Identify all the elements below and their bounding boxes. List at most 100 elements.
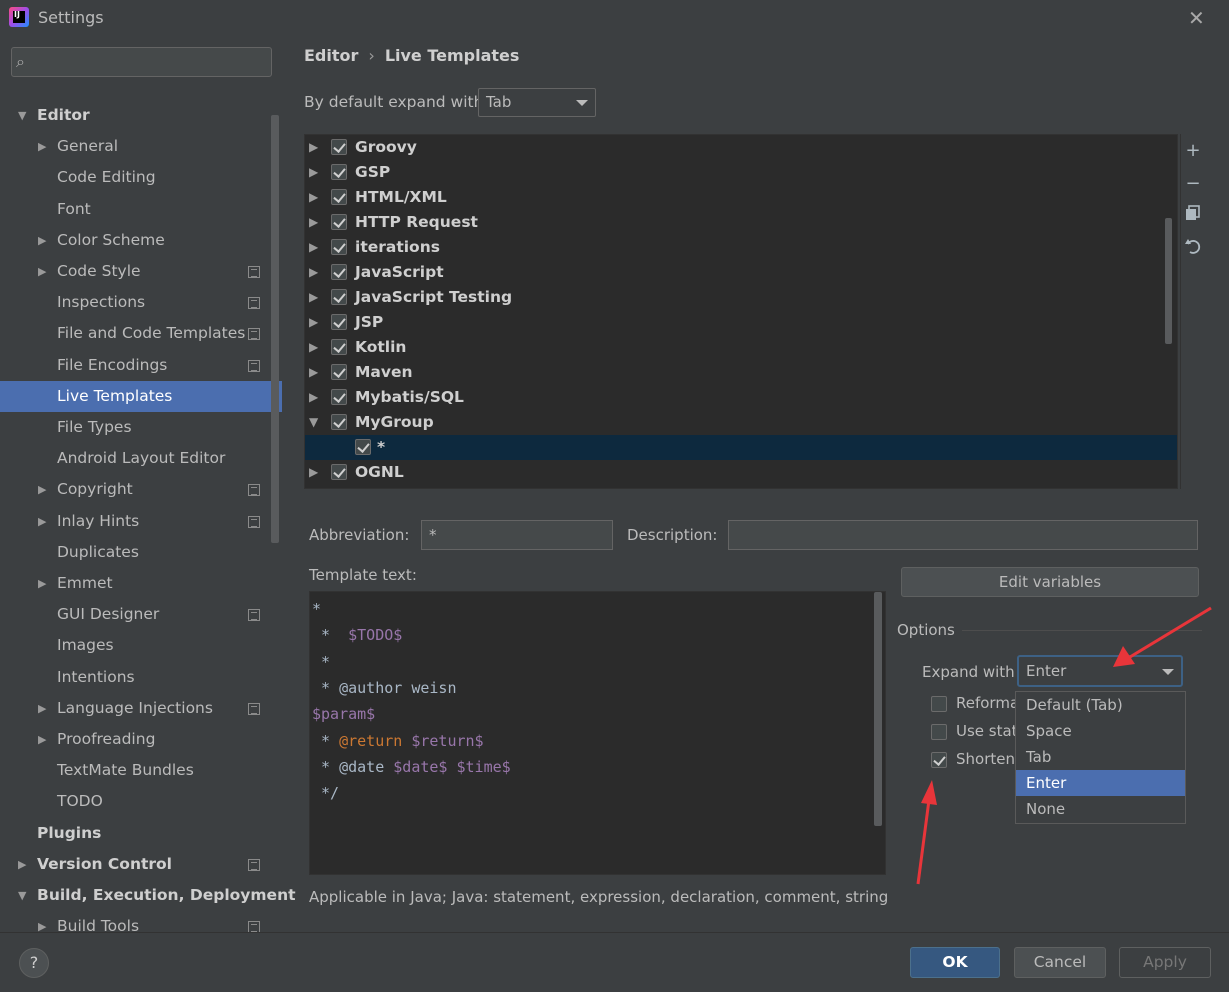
cancel-button[interactable]: Cancel [1014,947,1106,978]
group-checkbox[interactable] [331,214,347,230]
template-checkbox[interactable] [355,439,371,455]
collapsed-arrow-icon[interactable]: ▶ [38,693,46,724]
sidebar-item-color-scheme[interactable]: ▶ Color Scheme [0,225,270,256]
abbreviation-input[interactable]: * [421,520,613,550]
search-input[interactable] [11,47,272,77]
sidebar-item-code-editing[interactable]: Code Editing [0,162,270,193]
dropdown-option-space[interactable]: Space [1016,718,1185,744]
sidebar-item-font[interactable]: Font [0,194,270,225]
sidebar-item-inlay-hints[interactable]: ▶ Inlay Hints [0,506,270,537]
expanded-arrow-icon[interactable]: ▼ [18,880,26,911]
default-expand-select[interactable]: Tab [478,88,596,117]
dropdown-option-enter[interactable]: Enter [1016,770,1185,796]
sidebar-item-file-encodings[interactable]: File Encodings [0,350,270,381]
template-group-jsp[interactable]: ▶ JSP [305,310,1177,335]
template-group-groovy[interactable]: ▶ Groovy [305,135,1177,160]
sidebar-item-gui-designer[interactable]: GUI Designer [0,599,270,630]
option-checkbox-reforma[interactable] [931,696,947,712]
sidebar-item-textmate-bundles[interactable]: TextMate Bundles [0,755,270,786]
group-checkbox[interactable] [331,239,347,255]
collapsed-arrow-icon[interactable]: ▶ [38,568,46,599]
group-checkbox[interactable] [331,314,347,330]
copy-icon[interactable] [1183,205,1203,226]
collapsed-arrow-icon[interactable]: ▶ [309,135,318,160]
group-checkbox[interactable] [331,414,347,430]
template-group-html-xml[interactable]: ▶ HTML/XML [305,185,1177,210]
template-group-kotlin[interactable]: ▶ Kotlin [305,335,1177,360]
template-group-iterations[interactable]: ▶ iterations [305,235,1177,260]
option-checkbox-use-stat[interactable] [931,724,947,740]
template-group-mybatis-sql[interactable]: ▶ Mybatis/SQL [305,385,1177,410]
sidebar-item-plugins[interactable]: Plugins [0,818,270,849]
template-text-editor[interactable]: * * $TODO$ * * @author weisn $param$ * @r… [309,591,886,875]
collapsed-arrow-icon[interactable]: ▶ [309,310,318,335]
expanded-arrow-icon[interactable]: ▼ [309,410,318,435]
sidebar-item-general[interactable]: ▶ General [0,131,270,162]
collapsed-arrow-icon[interactable]: ▶ [309,260,318,285]
group-checkbox[interactable] [331,139,347,155]
template-group-maven[interactable]: ▶ Maven [305,360,1177,385]
sidebar-scrollbar[interactable] [271,115,279,543]
editor-scrollbar[interactable] [874,592,882,826]
expand-with-select[interactable]: Enter [1017,655,1183,687]
ok-button[interactable]: OK [910,947,1000,978]
template-group-http-request[interactable]: ▶ HTTP Request [305,210,1177,235]
collapsed-arrow-icon[interactable]: ▶ [309,160,318,185]
template-group-mygroup[interactable]: ▼ MyGroup [305,410,1177,435]
sidebar-item-build-execution-deployment[interactable]: ▼ Build, Execution, Deployment [0,880,296,911]
collapsed-arrow-icon[interactable]: ▶ [309,460,318,485]
collapsed-arrow-icon[interactable]: ▶ [309,235,318,260]
collapsed-arrow-icon[interactable]: ▶ [309,285,318,310]
sidebar-item-todo[interactable]: TODO [0,786,270,817]
sidebar-item-code-style[interactable]: ▶ Code Style [0,256,270,287]
template-group-ognl[interactable]: ▶ OGNL [305,460,1177,485]
sidebar-item-android-layout-editor[interactable]: Android Layout Editor [0,443,270,474]
apply-button[interactable]: Apply [1119,947,1211,978]
group-checkbox[interactable] [331,364,347,380]
sidebar-item-live-templates[interactable]: Live Templates [0,381,282,412]
collapsed-arrow-icon[interactable]: ▶ [18,849,26,880]
template-group-javascript-testing[interactable]: ▶ JavaScript Testing [305,285,1177,310]
sidebar-item-images[interactable]: Images [0,630,270,661]
option-checkbox-shorten[interactable] [931,752,947,768]
sidebar-item-editor[interactable]: ▼ Editor [0,100,270,131]
sidebar-item-inspections[interactable]: Inspections [0,287,270,318]
remove-icon[interactable]: − [1183,173,1203,194]
collapsed-arrow-icon[interactable]: ▶ [38,474,46,505]
group-checkbox[interactable] [331,189,347,205]
edit-variables-button[interactable]: Edit variables [901,567,1199,597]
applicable-contexts[interactable]: Applicable in Java; Java: statement, exp… [309,888,887,906]
template-item[interactable]: * [305,435,1177,460]
collapsed-arrow-icon[interactable]: ▶ [38,225,46,256]
sidebar-item-file-and-code-templates[interactable]: File and Code Templates [0,318,270,349]
collapsed-arrow-icon[interactable]: ▶ [309,360,318,385]
sidebar-item-language-injections[interactable]: ▶ Language Injections [0,693,270,724]
collapsed-arrow-icon[interactable]: ▶ [38,724,46,755]
expanded-arrow-icon[interactable]: ▼ [18,100,26,131]
group-checkbox[interactable] [331,164,347,180]
collapsed-arrow-icon[interactable]: ▶ [309,335,318,360]
collapsed-arrow-icon[interactable]: ▶ [38,256,46,287]
tree-scrollbar[interactable] [1165,218,1172,344]
collapsed-arrow-icon[interactable]: ▶ [309,385,318,410]
group-checkbox[interactable] [331,464,347,480]
template-group-gsp[interactable]: ▶ GSP [305,160,1177,185]
dropdown-option-none[interactable]: None [1016,796,1185,822]
sidebar-item-version-control[interactable]: ▶ Version Control [0,849,270,880]
group-checkbox[interactable] [331,389,347,405]
sidebar-item-intentions[interactable]: Intentions [0,662,270,693]
sidebar-item-duplicates[interactable]: Duplicates [0,537,270,568]
group-checkbox[interactable] [331,264,347,280]
dropdown-option-default-tab[interactable]: Default (Tab) [1016,692,1185,718]
sidebar-item-proofreading[interactable]: ▶ Proofreading [0,724,270,755]
sidebar-item-copyright[interactable]: ▶ Copyright [0,474,270,505]
close-icon[interactable]: ✕ [1188,6,1205,30]
restore-icon[interactable] [1183,237,1203,260]
template-group-javascript[interactable]: ▶ JavaScript [305,260,1177,285]
description-input[interactable] [728,520,1198,550]
collapsed-arrow-icon[interactable]: ▶ [38,131,46,162]
sidebar-item-file-types[interactable]: File Types [0,412,270,443]
help-button[interactable]: ? [19,948,49,978]
collapsed-arrow-icon[interactable]: ▶ [309,185,318,210]
add-icon[interactable]: + [1183,140,1203,161]
